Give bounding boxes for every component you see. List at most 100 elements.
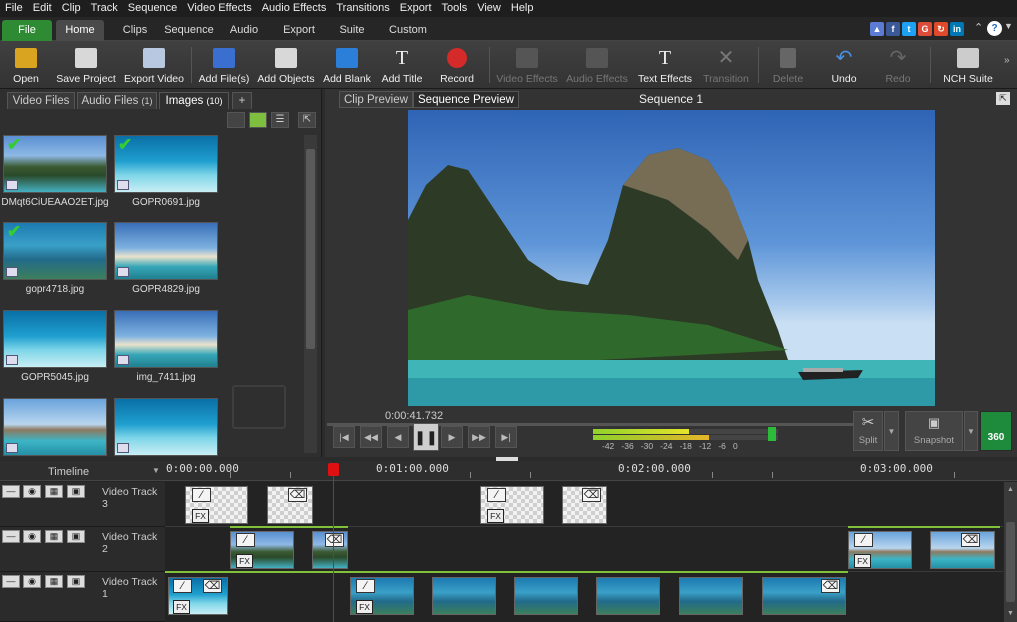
split-button[interactable]: ✂ Split	[853, 411, 883, 451]
audio-effects-button[interactable]: Audio Effects	[564, 45, 630, 87]
timeline-dropdown-icon[interactable]: ▼	[152, 466, 160, 475]
menu-help[interactable]: Help	[506, 0, 539, 17]
menu-transitions[interactable]: Transitions	[331, 0, 394, 17]
media-thumbnail[interactable]	[114, 222, 218, 280]
video-clip[interactable]	[432, 577, 496, 615]
tab-suite[interactable]: Suite	[330, 20, 374, 41]
menu-export[interactable]: Export	[395, 0, 437, 17]
timeline-ruler[interactable]: Timeline ▼ 0:00:00.000 0:01:00.000 0:02:…	[0, 461, 1017, 481]
video-clip[interactable]: ∕ FX	[350, 577, 414, 615]
open-button[interactable]: Open	[4, 45, 48, 87]
save-project-button[interactable]: Save Project	[54, 45, 118, 87]
nch-suite-button[interactable]: NCH Suite	[936, 45, 1000, 87]
resize-panel-icon[interactable]: ⇱	[298, 112, 316, 128]
scroll-down-icon[interactable]: ▼	[1007, 610, 1014, 617]
add-bin-button[interactable]: +	[232, 92, 252, 109]
undo-button[interactable]: ↶ Undo	[822, 45, 866, 87]
media-thumbnail[interactable]	[114, 398, 218, 456]
step-back-button[interactable]: ◀	[387, 426, 409, 448]
panel-splitter-handle[interactable]	[496, 457, 518, 461]
track-effects-icon[interactable]: ▦	[45, 575, 63, 588]
twitter-icon[interactable]: t	[902, 22, 916, 36]
menu-audio-effects[interactable]: Audio Effects	[257, 0, 332, 17]
menu-video-effects[interactable]: Video Effects	[182, 0, 256, 17]
tab-home[interactable]: Home	[56, 20, 104, 41]
thumbs-up-icon[interactable]: ▲	[870, 22, 884, 36]
facebook-icon[interactable]: f	[886, 22, 900, 36]
lock-icon[interactable]: ▣	[67, 485, 85, 498]
step-forward-button[interactable]: ▶	[441, 426, 463, 448]
menu-track[interactable]: Track	[86, 0, 123, 17]
blank-clip[interactable]: ⌫	[267, 486, 313, 524]
go-to-end-button[interactable]: ▶|	[495, 426, 517, 448]
visibility-eye-icon[interactable]: ◉	[23, 485, 41, 498]
text-effects-button[interactable]: T Text Effects	[634, 45, 696, 87]
vr-360-button[interactable]: 360	[980, 411, 1012, 451]
media-thumbnail[interactable]	[3, 398, 107, 456]
video-clip[interactable]: ⌫	[930, 531, 995, 569]
track-effects-icon[interactable]: ▦	[45, 485, 63, 498]
snapshot-button[interactable]: ▣ Snapshot	[905, 411, 963, 451]
media-thumbnail[interactable]: ✔	[3, 222, 107, 280]
collapse-track-button[interactable]: —	[2, 485, 20, 498]
blank-clip[interactable]: ∕ FX	[185, 486, 248, 524]
pause-button[interactable]: ❚❚	[413, 423, 439, 451]
tab-sequence-preview[interactable]: Sequence Preview	[413, 91, 519, 108]
video-clip[interactable]	[596, 577, 660, 615]
google-plus-icon[interactable]: G	[918, 22, 932, 36]
video-clip[interactable]: ∕ ⌫ FX	[168, 577, 228, 615]
tab-images[interactable]: Images (10)	[159, 92, 229, 109]
video-clip[interactable]: ∕ FX	[230, 531, 294, 569]
go-to-start-button[interactable]: |◀	[333, 426, 355, 448]
tab-clips[interactable]: Clips	[114, 20, 156, 41]
previous-frame-button[interactable]: ◀◀	[360, 426, 382, 448]
linkedin-icon[interactable]: in	[950, 22, 964, 36]
tab-custom[interactable]: Custom	[384, 20, 432, 41]
video-track-1-lane[interactable]	[165, 572, 1003, 622]
tab-export[interactable]: Export	[276, 20, 322, 41]
help-icon[interactable]: ?	[987, 21, 1002, 36]
video-clip[interactable]	[514, 577, 578, 615]
add-objects-button[interactable]: Add Objects	[255, 45, 317, 87]
add-title-button[interactable]: T Add Title	[377, 45, 427, 87]
media-thumbnail[interactable]: ✔	[114, 135, 218, 193]
track-effects-icon[interactable]: ▦	[45, 530, 63, 543]
redo-button[interactable]: ↷ Redo	[876, 45, 920, 87]
collapse-track-button[interactable]: —	[2, 530, 20, 543]
menu-tools[interactable]: Tools	[437, 0, 473, 17]
media-thumbnail[interactable]	[114, 310, 218, 368]
delete-media-icon[interactable]	[227, 112, 245, 128]
delete-button[interactable]: Delete	[766, 45, 810, 87]
blank-clip[interactable]: ∕ FX	[480, 486, 544, 524]
menu-clip[interactable]: Clip	[57, 0, 86, 17]
export-video-button[interactable]: Export Video	[122, 45, 186, 87]
scroll-up-icon[interactable]: ▲	[1007, 486, 1014, 493]
tab-video-files[interactable]: Video Files	[7, 92, 75, 109]
tab-audio[interactable]: Audio	[222, 20, 266, 41]
menu-edit[interactable]: Edit	[28, 0, 57, 17]
tab-file[interactable]: File	[2, 20, 52, 41]
video-clip[interactable]: ⌫	[312, 531, 348, 569]
record-button[interactable]: Record	[433, 45, 481, 87]
add-files-button[interactable]: Add File(s)	[197, 45, 251, 87]
list-view-icon[interactable]: ☰	[271, 112, 289, 128]
scrollbar-thumb[interactable]	[1006, 522, 1015, 602]
toolbar-overflow-icon[interactable]: »	[1004, 55, 1010, 66]
video-effects-button[interactable]: Video Effects	[494, 45, 560, 87]
menu-sequence[interactable]: Sequence	[123, 0, 183, 17]
tab-sequence[interactable]: Sequence	[160, 20, 218, 41]
transition-button[interactable]: ✕ Transition	[700, 45, 752, 87]
menu-file[interactable]: File	[0, 0, 28, 17]
snapshot-dropdown-icon[interactable]: ▼	[964, 411, 978, 451]
lock-icon[interactable]: ▣	[67, 575, 85, 588]
blank-clip[interactable]: ⌫	[562, 486, 607, 524]
chevron-up-icon[interactable]: ⌃	[974, 21, 983, 34]
video-preview-frame[interactable]	[408, 110, 935, 406]
timeline-vertical-scrollbar[interactable]: ▲ ▼	[1004, 482, 1017, 622]
video-clip[interactable]: ∕ FX	[848, 531, 912, 569]
video-clip[interactable]: ⌫	[762, 577, 846, 615]
scrollbar-thumb[interactable]	[306, 149, 315, 349]
media-thumbnail[interactable]: ✔	[3, 135, 107, 193]
media-scrollbar[interactable]	[304, 135, 317, 453]
visibility-eye-icon[interactable]: ◉	[23, 530, 41, 543]
